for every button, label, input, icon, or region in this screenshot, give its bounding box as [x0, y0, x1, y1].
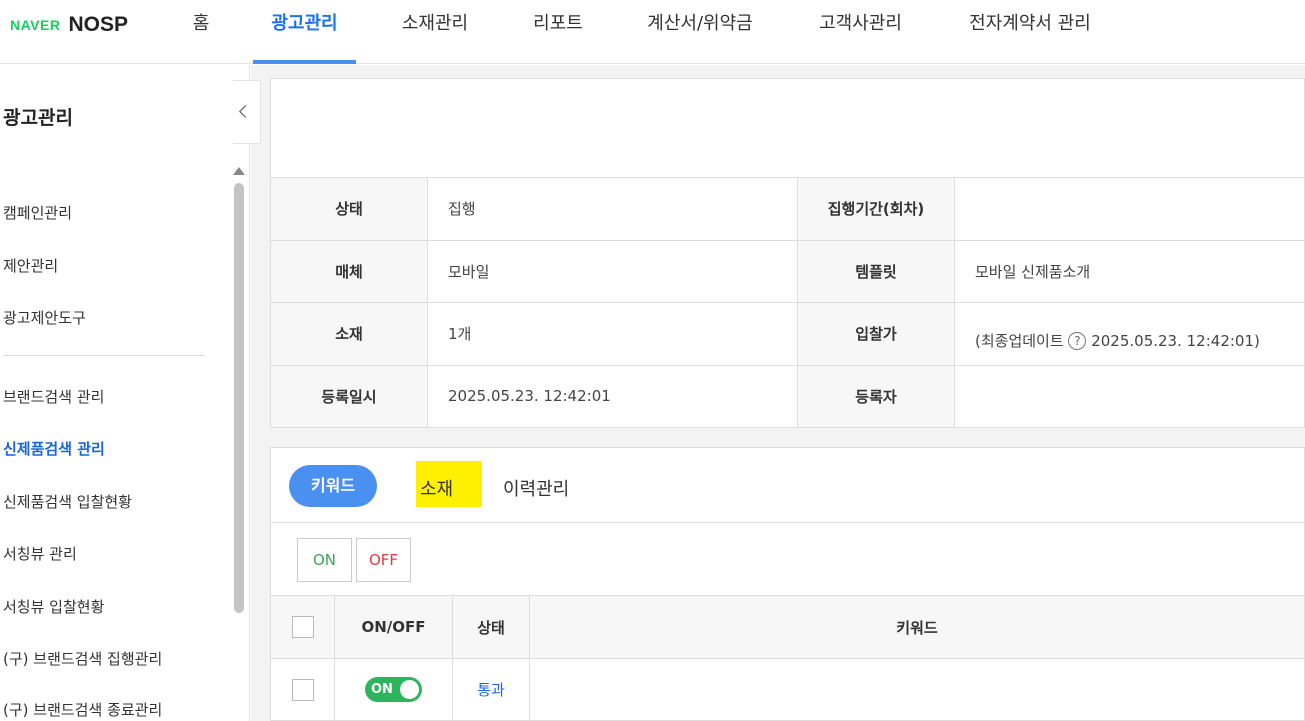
tab-creative[interactable]: 소재	[420, 475, 453, 501]
info-row-registered: 등록일시 2025.05.23. 12:42:01 등록자	[270, 364, 1305, 428]
tab-keyword[interactable]: 키워드	[289, 465, 377, 507]
keyword-table-header: ON/OFF 상태 키워드	[270, 595, 1305, 659]
chevron-left-icon	[239, 105, 252, 118]
info-label: 집행기간(회차)	[797, 177, 955, 241]
sidebar-collapse-button[interactable]	[233, 80, 261, 144]
nav-report[interactable]: 리포트	[522, 0, 594, 64]
header-status: 상태	[452, 595, 530, 659]
onoff-toggle[interactable]: ON	[365, 677, 422, 702]
sidebar-scrollbar-thumb[interactable]	[234, 183, 244, 613]
nav-creative-management[interactable]: 소재관리	[390, 0, 480, 64]
sidebar-item-old-brand-end[interactable]: (구) 브랜드검색 종료관리	[3, 699, 162, 720]
sidebar-item-proposal-tool[interactable]: 광고제안도구	[3, 307, 86, 328]
info-value-bid: (최종업데이트 ? 2025.05.23. 12:42:01)	[954, 302, 1305, 366]
info-row-status: 상태 집행 집행기간(회차)	[270, 177, 1305, 241]
nav-ad-management[interactable]: 광고관리	[253, 0, 356, 64]
sidebar-item-new-product-search[interactable]: 신제품검색 관리	[3, 438, 105, 459]
select-all-cell	[270, 595, 335, 659]
info-label: 상태	[270, 177, 428, 241]
info-label: 매체	[270, 239, 428, 303]
info-value: 1개	[427, 302, 798, 366]
nav-client-management[interactable]: 고객사관리	[808, 0, 913, 64]
sidebar-item-new-product-bids[interactable]: 신제품검색 입찰현황	[3, 491, 132, 512]
off-button[interactable]: OFF	[356, 538, 411, 582]
help-icon[interactable]: ?	[1068, 332, 1087, 351]
sidebar-item-searching-view[interactable]: 서칭뷰 관리	[3, 543, 77, 564]
nav-e-contract-management[interactable]: 전자계약서 관리	[955, 0, 1105, 64]
select-all-checkbox[interactable]	[291, 616, 314, 638]
sidebar-item-searching-view-bids[interactable]: 서칭뷰 입찰현황	[3, 596, 104, 617]
info-label: 등록자	[797, 364, 955, 428]
info-label: 입찰가	[797, 302, 955, 366]
info-label: 소재	[270, 302, 428, 366]
naver-logo-text: NAVER	[10, 17, 61, 33]
info-value: 모바일	[427, 239, 798, 303]
row-select-cell	[270, 658, 335, 721]
last-update-time: 2025.05.23. 12:42:01)	[1091, 332, 1260, 351]
header-panel	[270, 78, 1305, 178]
keyword-table: ON/OFF 상태 키워드 ON 통과	[270, 595, 1305, 721]
sidebar: 광고관리 캠페인관리 제안관리 광고제안도구 브랜드검색 관리 신제품검색 관리…	[0, 65, 250, 721]
tab-history[interactable]: 이력관리	[503, 475, 569, 501]
sidebar-title: 광고관리	[3, 107, 73, 129]
info-value	[954, 364, 1305, 428]
row-keyword-cell	[529, 658, 1305, 721]
info-row-media: 매체 모바일 템플릿 모바일 신제품소개	[270, 239, 1305, 303]
sidebar-divider	[3, 355, 205, 356]
table-row: ON 통과	[270, 658, 1305, 721]
sidebar-item-old-brand-exec[interactable]: (구) 브랜드검색 집행관리	[3, 648, 162, 669]
sidebar-item-campaign[interactable]: 캠페인관리	[3, 202, 72, 223]
info-value	[954, 177, 1305, 241]
nosp-logo-text: NOSP	[68, 13, 128, 36]
row-toggle-cell: ON	[334, 658, 453, 721]
nav-home[interactable]: 홈	[182, 0, 220, 64]
header-keyword: 키워드	[529, 595, 1305, 659]
top-navigation: NAVER NOSP 홈 광고관리 소재관리 리포트 계산서/위약금 고객사관리…	[0, 0, 1305, 64]
action-panel	[270, 522, 1305, 596]
info-label: 템플릿	[797, 239, 955, 303]
scroll-up-arrow-icon[interactable]	[233, 167, 245, 175]
info-value: 집행	[427, 177, 798, 241]
info-row-creative: 소재 1개 입찰가 (최종업데이트 ? 2025.05.23. 12:42:01…	[270, 302, 1305, 366]
sidebar-item-proposal[interactable]: 제안관리	[3, 255, 58, 276]
info-value: 모바일 신제품소개	[954, 239, 1305, 303]
brand-logo[interactable]: NAVER NOSP	[10, 10, 128, 40]
ad-info-table: 상태 집행 집행기간(회차) 매체 모바일 템플릿 모바일 신제품소개 소재 1…	[270, 177, 1305, 428]
sidebar-item-brand-search[interactable]: 브랜드검색 관리	[3, 386, 104, 407]
row-status-cell: 통과	[452, 658, 530, 721]
nav-invoice-penalty[interactable]: 계산서/위약금	[635, 0, 765, 64]
on-button[interactable]: ON	[297, 538, 352, 582]
header-onoff: ON/OFF	[334, 595, 453, 659]
row-checkbox[interactable]	[291, 678, 314, 701]
info-label: 등록일시	[270, 364, 428, 428]
info-value: 2025.05.23. 12:42:01	[427, 364, 798, 428]
status-link[interactable]: 통과	[477, 681, 505, 699]
last-update-label: (최종업데이트	[975, 332, 1064, 351]
